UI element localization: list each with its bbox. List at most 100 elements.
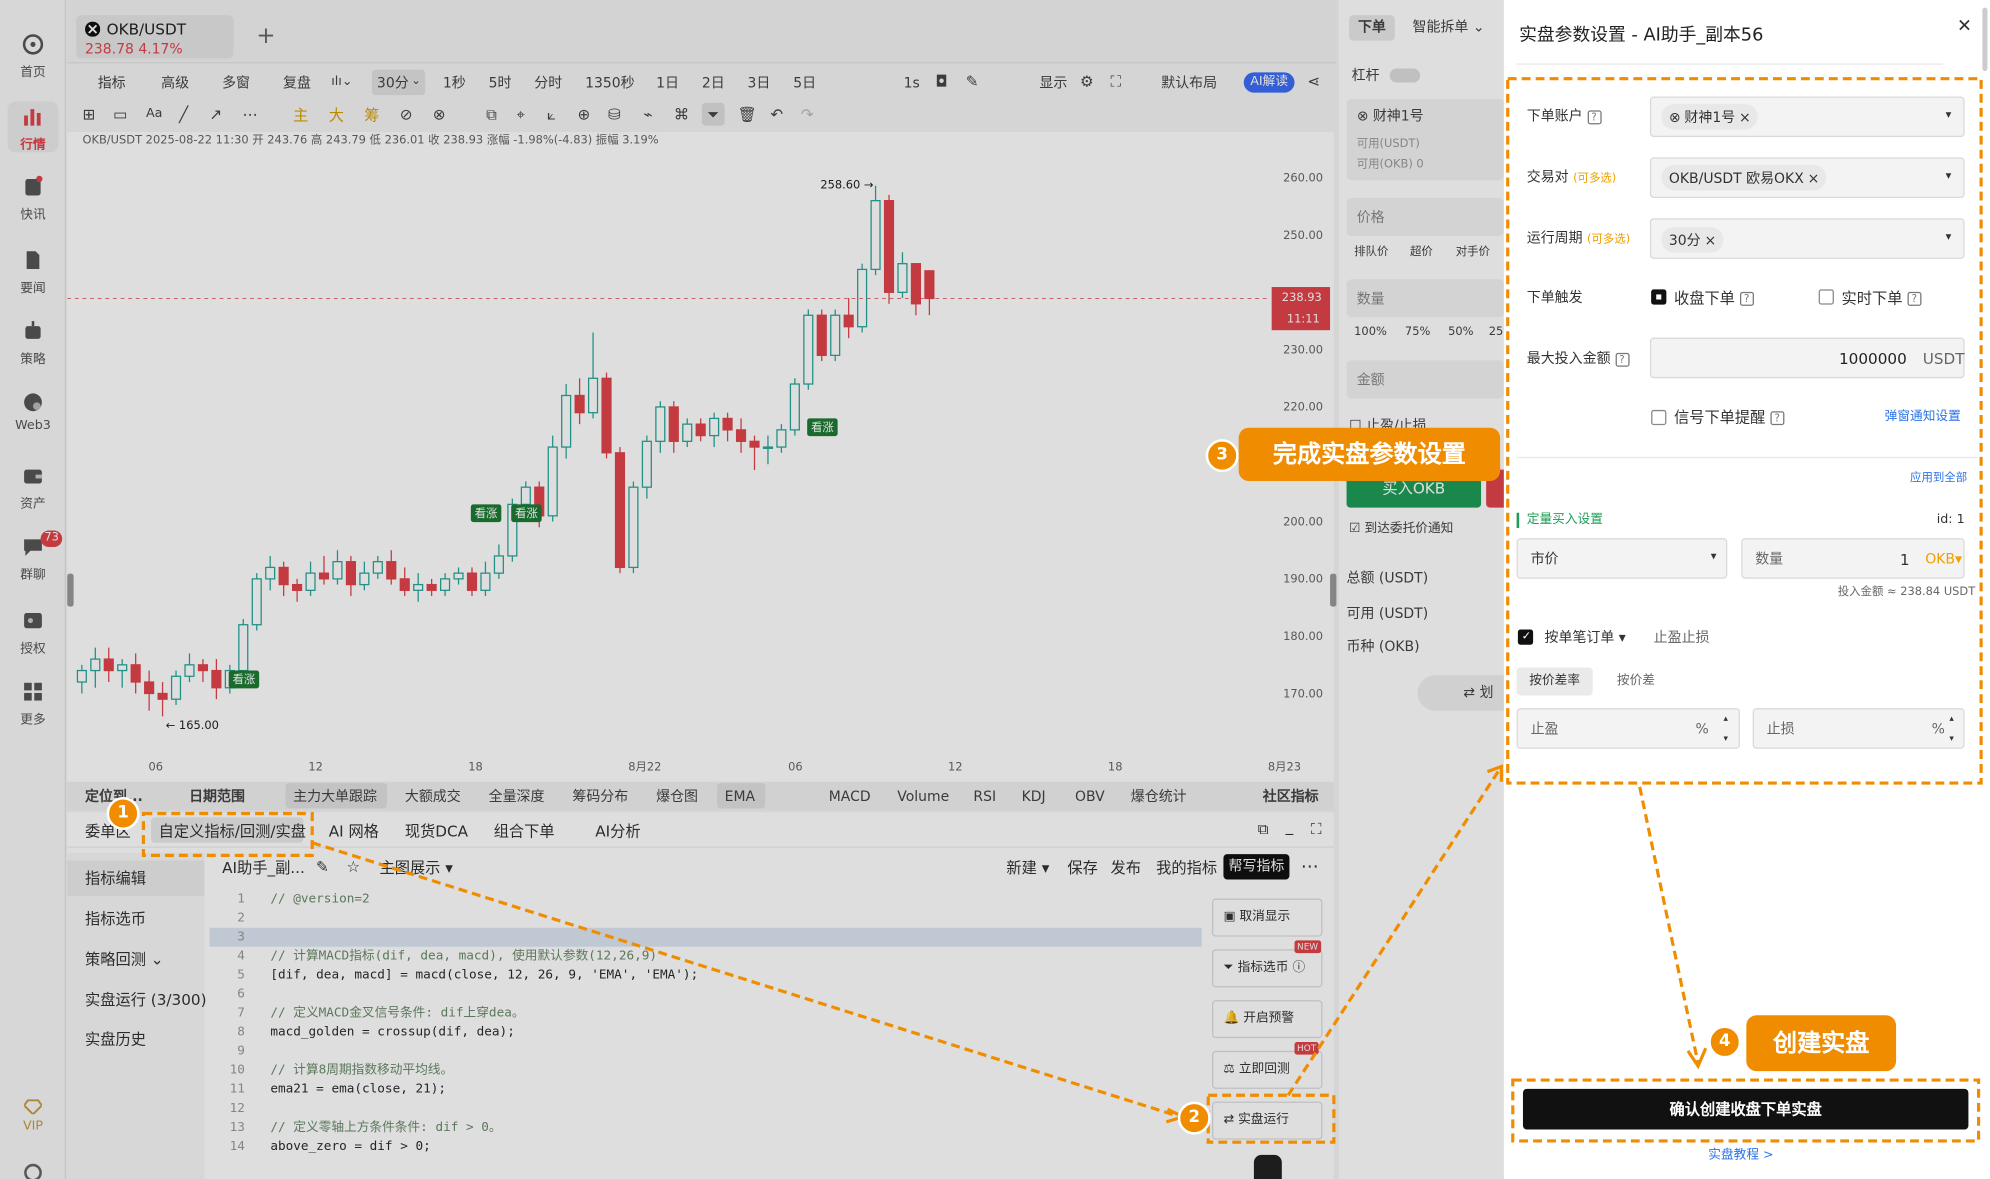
sidebar-item-chat[interactable]: 群聊 73	[0, 530, 66, 587]
chip-dist-tab[interactable]: 筹码分布	[572, 789, 628, 803]
community-indicator[interactable]: 社区指标	[1263, 789, 1319, 803]
code-line[interactable]: 4 // 计算MACD指标(dif, dea, macd), 使用默认参数(12,…	[209, 947, 1201, 966]
notify-checkbox[interactable]: ☑ 到达委托价通知	[1349, 522, 1453, 536]
assistant-avatar-icon[interactable]	[1253, 1154, 1282, 1179]
code-line[interactable]: 10 // 计算8周期指数移动平均线。	[209, 1061, 1201, 1080]
maximize-icon[interactable]: ⛶	[1311, 821, 1322, 836]
close-icon[interactable]: ✕	[1957, 18, 1972, 36]
interval-1d[interactable]: 1日	[656, 76, 679, 90]
main-force-tracking[interactable]: 主力大单跟踪	[285, 783, 388, 809]
interval-select[interactable]: 30分 ⌄	[371, 69, 426, 96]
popout-icon[interactable]: ⧉	[1258, 821, 1269, 836]
advanced-button[interactable]: 高级	[161, 76, 189, 90]
sidebar-item-news[interactable]: 要闻	[0, 249, 66, 300]
live-run-button[interactable]: ⇄ 实盘运行	[1212, 1101, 1323, 1140]
modal-scrollbar[interactable]	[1982, 7, 1988, 72]
tool-icon[interactable]: ⌁	[643, 107, 652, 122]
ai-interpret-button[interactable]: AI解读	[1243, 72, 1295, 93]
depth-tab[interactable]: 全量深度	[489, 789, 545, 803]
qty-field[interactable]: 数量 1 OKB▾	[1741, 538, 1965, 579]
indicator-select-button[interactable]: ⏷ 指标选币 ⓘ NEW	[1212, 940, 1323, 988]
price-input[interactable]: 价格	[1346, 197, 1504, 237]
replay-button[interactable]: 复盘	[283, 76, 311, 90]
menu-indicator-edit[interactable]: 指标编辑	[67, 860, 205, 897]
account-select[interactable]: ⊗ 财神1号 × ▾	[1649, 96, 1965, 138]
interval-5d[interactable]: 5日	[793, 76, 816, 90]
publish-button[interactable]: 发布	[1110, 860, 1140, 875]
period-select[interactable]: 30分 × ▾	[1649, 218, 1965, 259]
gear-icon[interactable]: ⚙	[1080, 74, 1094, 89]
chip-icon[interactable]: 筹	[364, 108, 379, 123]
ema-tab[interactable]: EMA	[717, 783, 766, 809]
backtest-button[interactable]: ⚖ 立即回测 HOT	[1212, 1041, 1323, 1089]
ai-write-button[interactable]: 帮写指标	[1223, 854, 1290, 880]
more-icon[interactable]: ⋯	[1301, 858, 1319, 876]
ray-icon[interactable]: ↗	[209, 107, 222, 122]
order-mode-select[interactable]: 按单笔订单 ▾	[1545, 631, 1626, 645]
liq-stat-tab[interactable]: 爆仓统计	[1131, 789, 1187, 803]
order-mode-checkbox[interactable]: ✓	[1517, 629, 1534, 645]
stop-loss-input[interactable]: 止损 % ▴ ▾	[1752, 708, 1965, 749]
order-type-select[interactable]: 市价 ▾	[1516, 538, 1728, 579]
order-tab-place[interactable]: 下单	[1349, 15, 1395, 41]
liq-map-tab[interactable]: 爆仓图	[656, 789, 698, 803]
confirm-create-button[interactable]: 确认创建收盘下单实盘	[1522, 1088, 1969, 1130]
tab-spot-dca[interactable]: 现货DCA	[405, 824, 468, 839]
interval-3d[interactable]: 3日	[748, 76, 771, 90]
big-order-icon[interactable]: 大	[329, 108, 344, 123]
new-button[interactable]: 新建 ▾	[1006, 860, 1049, 875]
symbol-tab[interactable]: OKB/USDT 238.78 4.17%	[76, 15, 234, 59]
transfer-button[interactable]: ⇄ 划	[1417, 675, 1507, 711]
chart-expand-handle[interactable]	[1330, 573, 1337, 607]
sidebar-item-assets[interactable]: 资产	[0, 465, 66, 516]
code-line[interactable]: 6	[209, 985, 1201, 1004]
code-line[interactable]: 14 above_zero = dif > 0;	[209, 1137, 1201, 1156]
sidebar-item-web3[interactable]: Web3	[0, 391, 66, 442]
share-icon[interactable]: ⋖	[1307, 74, 1320, 89]
code-line[interactable]: 9	[209, 1042, 1201, 1061]
chart-collapse-handle[interactable]	[67, 573, 74, 607]
sidebar-item-market[interactable]: 行情	[7, 101, 59, 153]
close-order-checkbox[interactable]	[1651, 289, 1667, 305]
display-mode-select[interactable]: 主图展示 ▾	[379, 860, 452, 875]
code-line[interactable]: 11 ema21 = ema(close, 21);	[209, 1080, 1201, 1099]
over-price[interactable]: 超价	[1410, 247, 1433, 258]
menu-live-history[interactable]: 实盘历史	[85, 1032, 146, 1047]
tutorial-link[interactable]: 实盘教程 >	[1708, 1149, 1773, 1163]
redo-icon[interactable]: ↷	[801, 107, 814, 122]
trash-icon[interactable]: 🗑	[737, 107, 756, 122]
sample-1s[interactable]: 1s	[904, 76, 920, 90]
settings-icon[interactable]	[23, 1163, 43, 1179]
interval-1s[interactable]: 1秒	[443, 76, 466, 90]
volume-tab[interactable]: Volume	[897, 789, 949, 803]
interval-5h[interactable]: 5时	[489, 76, 512, 90]
display-button[interactable]: 显示	[1039, 76, 1067, 90]
vip-item[interactable]: VIP	[0, 1099, 66, 1137]
pen-icon[interactable]: ✎	[966, 74, 979, 89]
amount-input[interactable]: 金额	[1346, 360, 1504, 399]
minimize-icon[interactable]: _	[1286, 819, 1294, 834]
chart-area[interactable]: OKB/USDT 2025-08-22 11:30 开 243.76 高 243…	[67, 131, 1334, 782]
tool-icon[interactable]: ⊕	[577, 107, 590, 122]
counter-price[interactable]: 对手价	[1456, 247, 1490, 258]
multi-window-button[interactable]: 多窗	[222, 76, 250, 90]
pair-select[interactable]: OKB/USDT 欧易OKX × ▾	[1649, 157, 1965, 198]
tool-icon[interactable]: ⊗	[433, 107, 446, 122]
undo-icon[interactable]: ↶	[770, 107, 783, 122]
tool-icon[interactable]: ⟀	[547, 107, 556, 122]
menu-live-run[interactable]: 实盘运行 (3/300)	[85, 992, 207, 1007]
star-icon[interactable]: ☆	[346, 859, 360, 874]
my-indicators-button[interactable]: 我的指标	[1156, 860, 1217, 875]
apply-all-link[interactable]: 应用到全部	[1910, 473, 1967, 484]
code-editor[interactable]: 1 // @version=2 2 3 4 // 计算MACD指标(dif, dea, m…	[209, 884, 1202, 1179]
tab-ai-analysis[interactable]: AI分析	[595, 824, 640, 839]
tool-icon[interactable]: ⧉	[486, 107, 497, 122]
qty-input[interactable]: 数量	[1346, 279, 1504, 318]
tab-ai-grid[interactable]: AI 网格	[329, 824, 379, 839]
code-line[interactable]: 5 [dif, dea, macd] = macd(close, 12, 26, …	[209, 966, 1201, 985]
tab-combo-order[interactable]: 组合下单	[494, 824, 555, 839]
tool-icon[interactable]: ⊘	[400, 107, 413, 122]
main-force-icon[interactable]: 主	[293, 108, 308, 123]
line-icon[interactable]: ╱	[179, 107, 188, 122]
macd-tab[interactable]: MACD	[829, 789, 871, 803]
